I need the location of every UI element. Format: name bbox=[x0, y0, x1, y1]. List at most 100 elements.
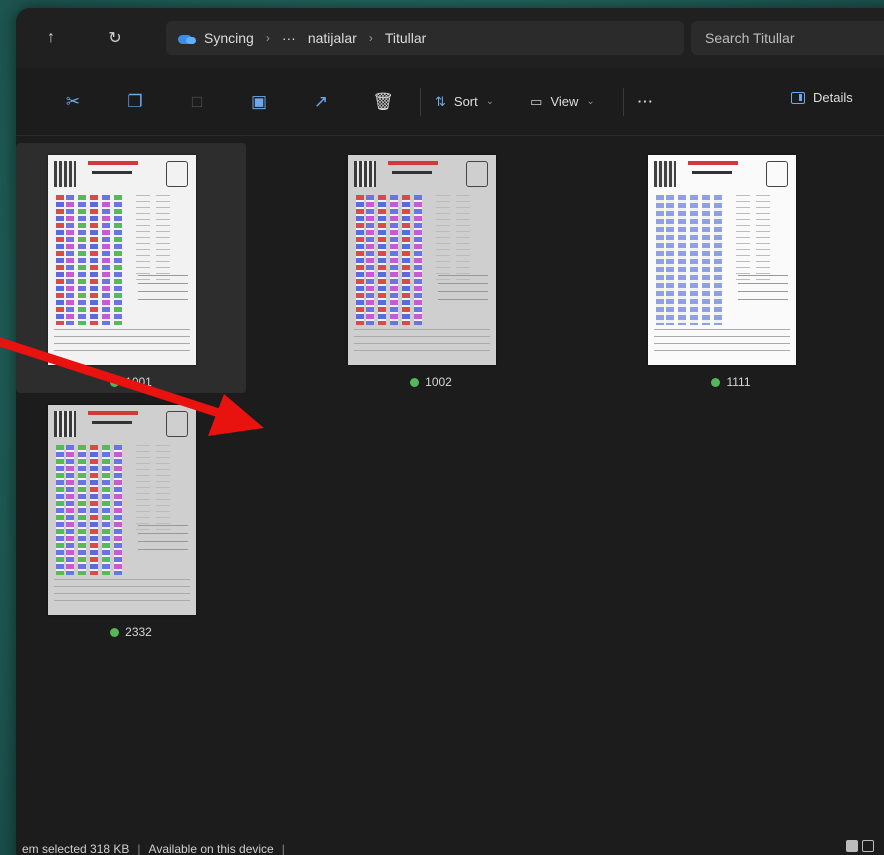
selection-info: em selected 318 KB bbox=[22, 842, 130, 855]
sheet-subheader bbox=[392, 171, 432, 174]
copy-icon[interactable]: ❐ bbox=[118, 85, 152, 119]
answer-column bbox=[90, 445, 98, 575]
details-label: Details bbox=[813, 90, 853, 105]
sheet-header bbox=[88, 161, 138, 165]
chevron-down-icon: ⌄ bbox=[485, 96, 495, 107]
file-label: 1111 bbox=[616, 375, 846, 389]
form-lines bbox=[438, 275, 488, 305]
sort-button[interactable]: ⇅ Sort ⌄ bbox=[435, 94, 494, 110]
answer-column bbox=[56, 195, 64, 325]
breadcrumb-item-syncing[interactable]: Syncing bbox=[204, 30, 254, 46]
sheet-subheader bbox=[92, 171, 132, 174]
sync-status-icon bbox=[110, 628, 120, 637]
view-label: View bbox=[550, 94, 579, 109]
file-name: 1002 bbox=[425, 375, 452, 389]
answer-column bbox=[102, 445, 110, 575]
footer-lines bbox=[354, 329, 490, 353]
grid-column bbox=[156, 195, 170, 285]
availability-status: Available on this device bbox=[148, 842, 274, 855]
sheet-id-box bbox=[166, 411, 188, 437]
sort-icon: ⇅ bbox=[435, 93, 446, 109]
answer-column bbox=[378, 195, 386, 325]
delete-icon[interactable]: 🗑 bbox=[366, 85, 400, 119]
file-name: 1111 bbox=[726, 375, 751, 389]
answer-column bbox=[56, 445, 64, 575]
file-name: 2332 bbox=[125, 625, 152, 639]
form-lines bbox=[138, 525, 188, 555]
refresh-icon[interactable]: ↻ bbox=[98, 21, 132, 55]
sync-status-icon bbox=[711, 378, 721, 387]
breadcrumb-item-titullar[interactable]: Titullar bbox=[385, 30, 427, 46]
grid-column bbox=[756, 195, 770, 285]
footer-lines bbox=[54, 579, 190, 603]
answer-column bbox=[66, 445, 74, 575]
view-button[interactable]: ▭ View ⌄ bbox=[530, 94, 595, 110]
tiles-view-icon[interactable] bbox=[862, 840, 874, 852]
file-label: 2332 bbox=[16, 625, 246, 639]
paste-icon[interactable]: □ bbox=[180, 85, 214, 119]
more-options-button[interactable]: ··· bbox=[638, 94, 654, 109]
file-item-1111[interactable]: 1111 bbox=[616, 143, 846, 393]
address-bar: ↑ ↻ Syncing › ··· natijalar › Titullar bbox=[16, 8, 884, 68]
grid-column bbox=[156, 445, 170, 535]
answer-column bbox=[356, 195, 364, 325]
cut-icon[interactable]: ✂ bbox=[56, 85, 90, 119]
sheet-header bbox=[688, 161, 738, 165]
breadcrumb[interactable]: Syncing › ··· natijalar › Titullar bbox=[166, 21, 684, 55]
qr-code bbox=[54, 411, 76, 437]
more-label: ··· bbox=[637, 94, 654, 109]
grid-column bbox=[456, 195, 470, 285]
command-bar: ✂ ❐ □ ▣ ↗ 🗑 ⇅ Sort ⌄ ▭ View ⌄ ··· Detail… bbox=[16, 68, 884, 136]
onedrive-cloud-icon bbox=[178, 32, 198, 44]
details-pane-icon bbox=[791, 91, 805, 104]
chevron-right-icon: › bbox=[265, 31, 270, 45]
form-lines bbox=[138, 275, 188, 305]
file-thumbnail bbox=[48, 155, 196, 365]
rename-icon[interactable]: ▣ bbox=[242, 85, 276, 119]
sheet-id-box bbox=[766, 161, 788, 187]
qr-code bbox=[654, 161, 676, 187]
status-bar: em selected 318 KB | Available on this d… bbox=[16, 834, 884, 855]
qr-code bbox=[54, 161, 76, 187]
breadcrumb-item-ellipsis[interactable]: ··· bbox=[282, 30, 296, 46]
divider bbox=[420, 87, 421, 116]
sheet-subheader bbox=[92, 421, 132, 424]
answer-column bbox=[656, 195, 664, 325]
search-input[interactable] bbox=[691, 21, 884, 55]
answer-column bbox=[78, 195, 86, 325]
status-divider: | bbox=[137, 842, 141, 855]
footer-lines bbox=[54, 329, 190, 353]
answer-column bbox=[78, 445, 86, 575]
file-explorer-window: ↑ ↻ Syncing › ··· natijalar › Titullar ✂… bbox=[16, 8, 884, 855]
breadcrumb-item-natijalar[interactable]: natijalar bbox=[308, 30, 357, 46]
answer-column bbox=[702, 195, 710, 325]
answer-column bbox=[714, 195, 722, 325]
chevron-down-icon: ⌄ bbox=[586, 96, 595, 107]
file-item-2332[interactable]: 2332 bbox=[16, 393, 246, 643]
layout-toggle bbox=[846, 840, 874, 852]
view-icon: ▭ bbox=[530, 93, 543, 109]
answer-column bbox=[666, 195, 674, 325]
chevron-right-icon: › bbox=[368, 31, 373, 45]
file-name: 1001 bbox=[125, 375, 152, 389]
answer-column bbox=[414, 195, 422, 325]
sheet-subheader bbox=[692, 171, 732, 174]
grid-column bbox=[136, 195, 150, 285]
file-thumbnail bbox=[48, 405, 196, 615]
sheet-id-box bbox=[466, 161, 488, 187]
answer-column bbox=[678, 195, 686, 325]
up-arrow-icon[interactable]: ↑ bbox=[34, 21, 68, 55]
sync-status-icon bbox=[110, 378, 120, 387]
form-lines bbox=[738, 275, 788, 305]
answer-column bbox=[66, 195, 74, 325]
file-item-1001[interactable]: 1001 bbox=[16, 143, 246, 393]
answer-column bbox=[102, 195, 110, 325]
share-icon[interactable]: ↗ bbox=[304, 85, 338, 119]
details-button[interactable]: Details bbox=[791, 90, 853, 105]
footer-lines bbox=[654, 329, 790, 353]
details-view-icon[interactable] bbox=[846, 840, 858, 852]
file-item-1002[interactable]: 1002 bbox=[316, 143, 546, 393]
answer-column bbox=[690, 195, 698, 325]
sheet-id-box bbox=[166, 161, 188, 187]
divider bbox=[622, 87, 624, 116]
